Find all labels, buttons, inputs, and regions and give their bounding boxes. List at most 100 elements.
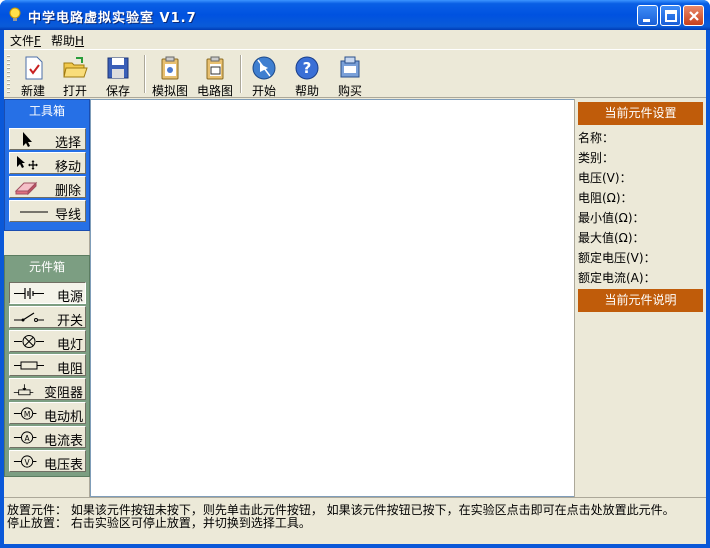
close-button[interactable]: [683, 5, 704, 26]
part-power-label: 电源: [56, 290, 83, 305]
new-label: 新建: [20, 84, 45, 98]
status-line-stop: 停止放置： 右击实验区可停止放置，并切换到选择工具。: [7, 516, 311, 530]
wire-icon: [20, 211, 48, 213]
help-label: 帮助: [294, 84, 319, 98]
eraser-icon: [14, 181, 38, 196]
part-switch-button[interactable]: 开关: [9, 306, 86, 329]
current-component-settings-header: 当前元件设置: [578, 102, 703, 125]
part-voltmeter-label: 电压表: [43, 458, 83, 473]
help-button[interactable]: ? 帮助: [287, 53, 327, 98]
field-category: 类别：: [578, 151, 615, 165]
field-resistance: 电阻(Ω)：: [578, 191, 633, 205]
ammeter-icon: A: [13, 431, 37, 444]
current-component-description-header: 当前元件说明: [578, 289, 703, 312]
part-switch-label: 开关: [56, 314, 83, 329]
save-button[interactable]: 保存: [98, 53, 138, 98]
tool-move-label: 移动: [54, 160, 81, 175]
field-min-value: 最小值(Ω)：: [578, 211, 645, 225]
save-label: 保存: [105, 84, 130, 98]
tool-wire-label: 导线: [54, 208, 81, 223]
menu-help-label: 帮助: [51, 34, 76, 48]
client-area: 文件F 帮助H 新建 打开 保存 模拟图 电路图 开始 ? 帮助 购买 工具箱 …: [4, 30, 706, 544]
parts-title: 元件箱: [28, 260, 65, 274]
window-title: 中学电路虚拟实验室 V1.7: [28, 11, 197, 26]
arrow-cursor-icon: [23, 132, 32, 147]
toolbar: 新建 打开 保存 模拟图 电路图 开始 ? 帮助 购买: [4, 49, 706, 98]
toolbar-separator: [144, 55, 146, 93]
start-button[interactable]: 开始: [244, 53, 284, 98]
toolbar-separator: [240, 55, 242, 93]
menu-help[interactable]: 帮助H: [51, 32, 84, 49]
move-cursor-icon: [17, 156, 38, 170]
buy-label: 购买: [337, 84, 362, 98]
buy-icon: [340, 56, 360, 78]
tool-select-label: 选择: [54, 136, 81, 151]
maximize-icon: [665, 10, 677, 22]
part-rheostat-label: 变阻器: [43, 386, 83, 401]
menu-file-accel: F: [34, 34, 41, 48]
new-button[interactable]: 新建: [13, 53, 53, 98]
part-rheostat-button[interactable]: 变阻器: [9, 378, 86, 401]
motor-icon: M: [13, 407, 37, 420]
minimize-button[interactable]: [637, 5, 658, 26]
tool-delete-label: 删除: [54, 184, 81, 199]
part-resistor-label: 电阻: [56, 362, 83, 377]
field-rated-voltage: 额定电压(V)：: [578, 251, 656, 265]
parts-panel: 元件箱 电源 开关 电灯 电阻 变阻器 M 电动机 A 电流表 V 电压表: [4, 255, 90, 477]
start-label: 开始: [251, 84, 276, 98]
svg-text:?: ?: [303, 59, 312, 77]
menu-bar: 文件F 帮助H: [4, 30, 706, 49]
open-label: 打开: [62, 84, 87, 98]
part-power-button[interactable]: 电源: [9, 282, 86, 305]
title-bar[interactable]: 中学电路虚拟实验室 V1.7: [0, 0, 710, 30]
part-lamp-button[interactable]: 电灯: [9, 330, 86, 353]
start-icon: [252, 56, 276, 80]
menu-file[interactable]: 文件F: [10, 32, 41, 49]
part-motor-button[interactable]: M 电动机: [9, 402, 86, 425]
svg-text:V: V: [24, 458, 30, 467]
part-motor-label: 电动机: [43, 410, 83, 425]
field-rated-current: 额定电流(A)：: [578, 271, 656, 285]
experiment-canvas[interactable]: [90, 99, 575, 497]
lightbulb-icon: [9, 7, 21, 21]
maximize-button[interactable]: [660, 5, 681, 26]
new-file-icon: [25, 56, 43, 80]
battery-icon: [14, 288, 44, 299]
switch-icon: [14, 312, 44, 322]
circuit-view-button[interactable]: 电路图: [195, 53, 235, 98]
tool-move-button[interactable]: 移动: [9, 152, 86, 175]
folder-icon: [63, 57, 88, 78]
part-lamp-label: 电灯: [56, 338, 83, 353]
toolbar-grip[interactable]: [7, 55, 10, 93]
tool-wire-button[interactable]: 导线: [9, 200, 86, 223]
rheostat-icon: [13, 384, 34, 396]
help-icon: ?: [295, 56, 319, 80]
settings-panel: 当前元件设置 名称： 类别： 电压(V)： 电阻(Ω)： 最小值(Ω)： 最大值…: [574, 99, 706, 497]
toolbox-title: 工具箱: [28, 104, 65, 118]
sim-view-button[interactable]: 模拟图: [150, 53, 190, 98]
field-max-value: 最大值(Ω)：: [578, 231, 645, 245]
field-name: 名称：: [578, 131, 615, 145]
part-voltmeter-button[interactable]: V 电压表: [9, 450, 86, 473]
tool-select-button[interactable]: 选择: [9, 128, 86, 151]
clipboard-icon: [161, 56, 179, 80]
circuit-view-label: 电路图: [196, 84, 233, 98]
voltmeter-icon: V: [13, 455, 37, 468]
part-ammeter-button[interactable]: A 电流表: [9, 426, 86, 449]
tool-delete-button[interactable]: 删除: [9, 176, 86, 199]
floppy-disk-icon: [107, 57, 129, 79]
clipboard-circuit-icon: [206, 56, 224, 80]
close-icon: [689, 11, 699, 21]
sim-view-label: 模拟图: [151, 84, 188, 98]
app-window: 中学电路虚拟实验室 V1.7 文件F 帮助H 新建 打开 保存 模拟图 电路图 …: [0, 0, 710, 548]
part-ammeter-label: 电流表: [43, 434, 83, 449]
open-button[interactable]: 打开: [55, 53, 95, 98]
field-voltage: 电压(V)：: [578, 171, 632, 185]
part-resistor-button[interactable]: 电阻: [9, 354, 86, 377]
resistor-icon: [14, 361, 44, 370]
left-panel: 工具箱 选择 移动 删除 导线 元件箱 电源 开关 电灯 电阻 变阻器 M 电动…: [4, 99, 90, 497]
svg-text:M: M: [24, 410, 30, 419]
menu-help-accel: H: [75, 34, 85, 48]
svg-text:A: A: [24, 434, 30, 443]
buy-button[interactable]: 购买: [330, 53, 370, 98]
